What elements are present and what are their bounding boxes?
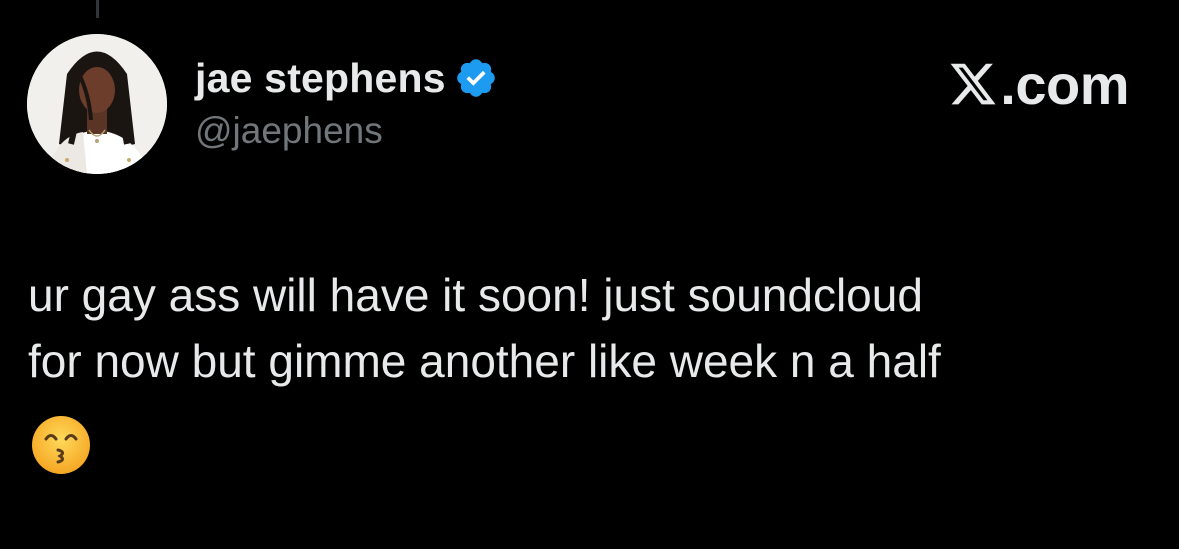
- x-com-watermark: .com: [948, 52, 1129, 116]
- author-name-row: jae stephens: [195, 52, 498, 104]
- watermark-domain-suffix: .com: [1000, 52, 1129, 116]
- verified-badge-icon: [454, 56, 498, 100]
- tweet-text: ur gay ass will have it soon! just sound…: [28, 269, 941, 387]
- avatar-photo: [27, 34, 167, 174]
- thread-connector-line: [96, 0, 99, 18]
- x-logo-icon: [948, 59, 998, 109]
- kissing-face-emoji-icon: [30, 414, 92, 476]
- author-handle[interactable]: @jaephens: [195, 110, 383, 152]
- author-display-name[interactable]: jae stephens: [195, 55, 446, 102]
- avatar[interactable]: [27, 34, 167, 174]
